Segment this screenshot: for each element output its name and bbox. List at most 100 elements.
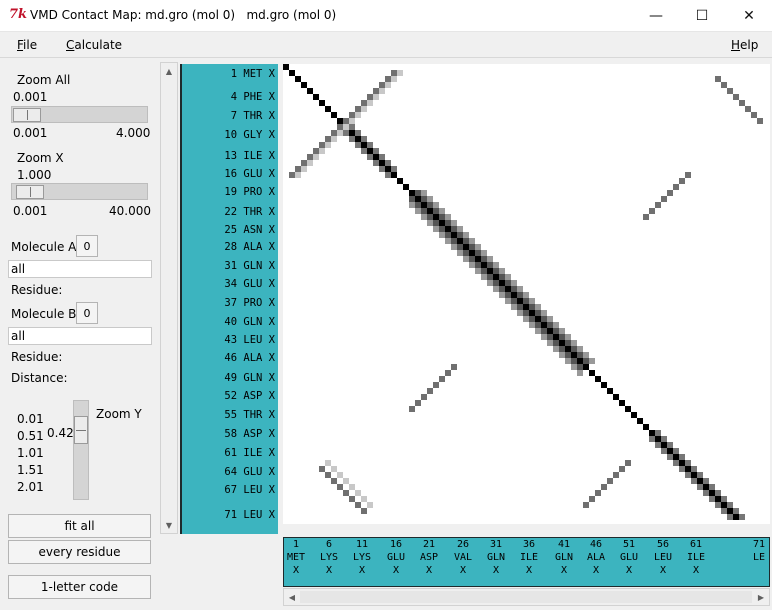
zoom-y-tick: 1.01 xyxy=(17,446,44,460)
menu-calculate[interactable]: Calculate xyxy=(66,38,122,52)
contact-cell xyxy=(385,82,391,88)
contact-cell xyxy=(457,250,463,256)
molecule-a-menu-button[interactable]: 0 xyxy=(76,235,98,257)
residue-column-label: 36 ILE X xyxy=(511,538,547,577)
contact-cell-diagonal xyxy=(337,118,343,124)
menu-help[interactable]: Help xyxy=(731,38,758,52)
contact-cell xyxy=(319,466,325,472)
contact-cell-diagonal xyxy=(637,418,643,424)
contact-cell xyxy=(445,214,451,220)
contact-cell-diagonal xyxy=(673,454,679,460)
one-letter-code-button[interactable]: 1-letter code xyxy=(8,575,151,599)
contact-cell-diagonal xyxy=(511,292,517,298)
contact-cell xyxy=(337,484,343,490)
horizontal-scrollbar[interactable]: ◀ ▶ xyxy=(283,588,770,606)
contact-cell xyxy=(343,124,349,130)
contact-cell xyxy=(427,214,433,220)
contact-cell-diagonal xyxy=(385,166,391,172)
maximize-button[interactable]: ☐ xyxy=(679,0,725,32)
contact-map[interactable] xyxy=(283,64,770,524)
contact-cell xyxy=(409,406,415,412)
scroll-down-icon[interactable]: ▼ xyxy=(161,517,177,533)
contact-cell xyxy=(427,220,433,226)
contact-cell xyxy=(703,490,709,496)
menu-file[interactable]: File xyxy=(17,38,37,52)
residue-column-label: 71 LE xyxy=(741,538,769,564)
contact-cell xyxy=(487,280,493,286)
contact-cell-diagonal xyxy=(427,208,433,214)
contact-cell xyxy=(325,142,331,148)
residue-column-num: 11 xyxy=(355,539,369,550)
contact-cell xyxy=(565,358,571,364)
horizontal-scroll-thumb[interactable] xyxy=(300,591,752,603)
vertical-scrollbar[interactable]: ▲ ▼ xyxy=(160,62,178,534)
contact-cell xyxy=(649,436,655,442)
contact-cell xyxy=(679,466,685,472)
contact-cell xyxy=(721,508,727,514)
contact-cell xyxy=(487,256,493,262)
close-icon: ✕ xyxy=(743,8,755,24)
zoom-x-slider-thumb[interactable] xyxy=(15,185,44,199)
contact-cell xyxy=(553,328,559,334)
contact-cell xyxy=(325,460,331,466)
contact-cell-diagonal xyxy=(403,184,409,190)
menu-bar: File Calculate Help xyxy=(0,32,772,58)
contact-cell-diagonal xyxy=(625,406,631,412)
molecule-b-menu-button[interactable]: 0 xyxy=(76,302,98,324)
residue-row-label: 37 PRO X xyxy=(224,297,275,309)
contact-cell xyxy=(493,268,499,274)
contact-cell-diagonal xyxy=(661,442,667,448)
residue-row-list: 1 MET X 4 PHE X 7 THR X 10 GLY X 13 ILE X 16 … xyxy=(180,64,278,534)
contact-cell xyxy=(667,454,673,460)
residue-row-label: 1 MET X xyxy=(230,68,275,80)
contact-cell xyxy=(481,268,487,274)
scroll-right-icon[interactable]: ▶ xyxy=(753,589,769,605)
title-bar: 7k VMD Contact Map: md.gro (mol 0) md.gr… xyxy=(0,0,772,32)
contact-cell-diagonal xyxy=(475,256,481,262)
residue-column-label: 61 ILE X xyxy=(678,538,714,577)
contact-cell xyxy=(355,106,361,112)
contact-cell xyxy=(385,172,391,178)
contact-cell xyxy=(487,274,493,280)
selection-a-input[interactable]: all xyxy=(8,260,152,278)
close-button[interactable]: ✕ xyxy=(726,0,772,32)
contact-cell xyxy=(619,466,625,472)
scroll-left-icon[interactable]: ◀ xyxy=(284,589,300,605)
contact-cell xyxy=(583,352,589,358)
contact-cell-diagonal xyxy=(565,346,571,352)
zoom-y-slider[interactable] xyxy=(73,400,89,500)
contact-cell xyxy=(715,76,721,82)
selection-b-input[interactable]: all xyxy=(8,327,152,345)
residue-column-res: GLN xyxy=(554,552,574,563)
contact-cell xyxy=(295,166,301,172)
contact-cell xyxy=(319,148,325,154)
contact-cell xyxy=(391,76,397,82)
zoom-y-slider-thumb[interactable] xyxy=(74,416,88,444)
contact-cell xyxy=(505,292,511,298)
contact-cell xyxy=(445,370,451,376)
zoom-all-slider[interactable] xyxy=(11,106,148,123)
contact-cell xyxy=(409,196,415,202)
contact-cell xyxy=(547,340,553,346)
residue-row-label: 19 PRO X xyxy=(224,186,275,198)
zoom-x-slider[interactable] xyxy=(11,183,148,200)
contact-cell xyxy=(517,304,523,310)
scroll-up-icon[interactable]: ▲ xyxy=(161,63,177,79)
residue-column-res: LEU xyxy=(653,552,673,563)
contact-cell xyxy=(349,136,355,142)
contact-cell-diagonal xyxy=(481,262,487,268)
zoom-all-slider-thumb[interactable] xyxy=(13,108,41,122)
contact-cell xyxy=(319,142,325,148)
residue-column-label: 26 VAL X xyxy=(445,538,481,577)
fit-all-button[interactable]: fit all xyxy=(8,514,151,538)
contact-cell-diagonal xyxy=(445,226,451,232)
minimize-button[interactable]: — xyxy=(633,0,679,32)
contact-cell xyxy=(343,490,349,496)
every-residue-button[interactable]: every residue xyxy=(8,540,151,564)
residue-column-ch: X xyxy=(492,565,500,576)
contact-cell xyxy=(655,202,661,208)
contact-cell xyxy=(667,442,673,448)
zoom-all-value: 0.001 xyxy=(13,90,48,104)
residue-column-list: 1 MET X 6 LYS X 11 LYS X 16 GLU X 21 ASP X 26 VAL X 31 GLN X… xyxy=(283,537,770,587)
contact-cell xyxy=(463,238,469,244)
